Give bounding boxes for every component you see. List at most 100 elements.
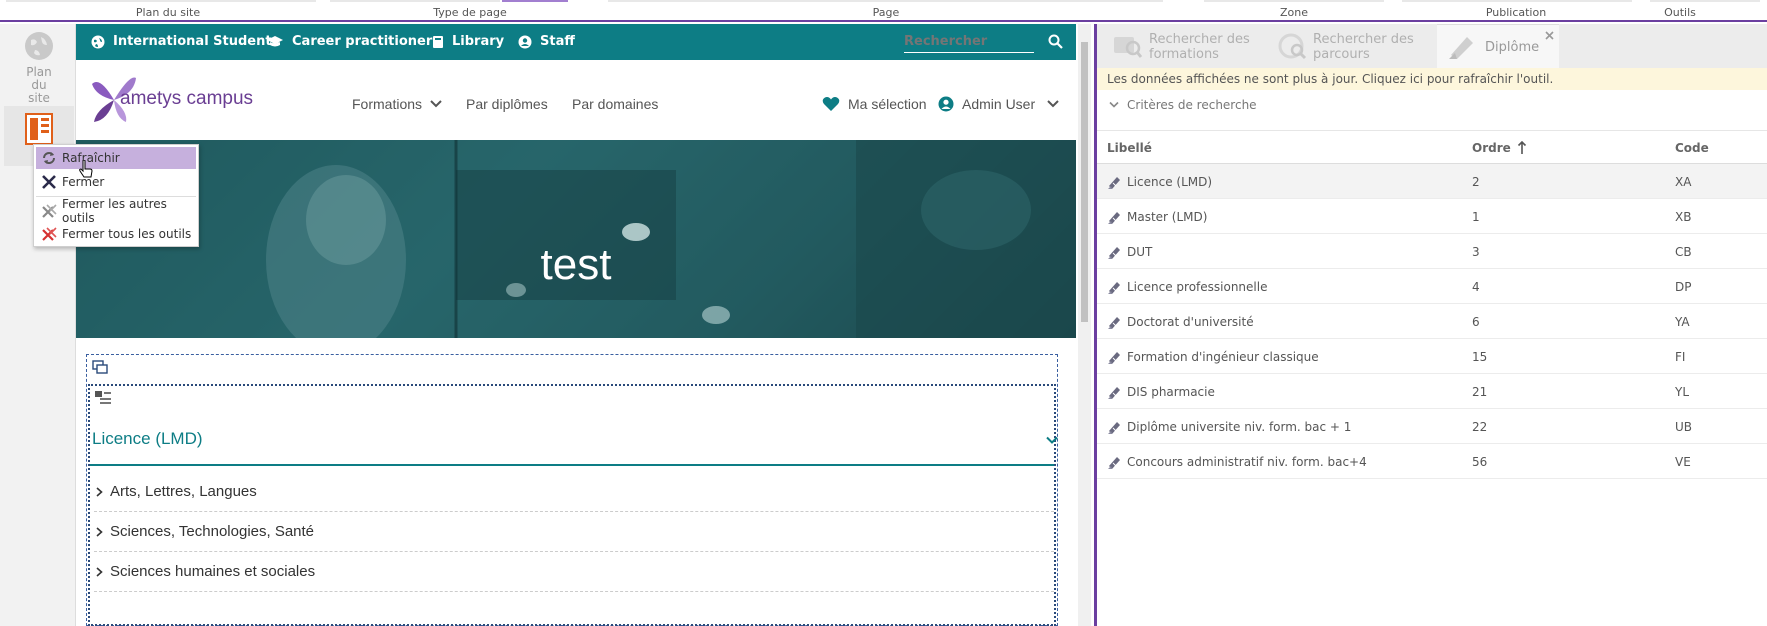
category-item[interactable]: Arts, Lettres, Langues (94, 472, 1054, 512)
ribbon-divider (1204, 0, 1384, 2)
column-header-label[interactable]: Libellé (1107, 141, 1152, 155)
chevron-right-icon (96, 567, 103, 577)
accordion-underline (90, 464, 1054, 466)
table-row[interactable]: DUT 3 CB (1097, 234, 1767, 269)
scrollbar-thumb[interactable] (1081, 42, 1088, 322)
table-row[interactable]: Master (LMD) 1 XB (1097, 199, 1767, 234)
table-row[interactable]: Licence professionnelle 4 DP (1097, 269, 1767, 304)
site-header: ametys campus Formations Par diplômes Pa… (76, 60, 1076, 140)
topbar-link-library[interactable]: Library (432, 34, 504, 49)
sitemap-tool-button[interactable]: Plan du site (4, 30, 74, 105)
cell-code: UB (1675, 420, 1693, 434)
search-criteria-toggle[interactable]: Critères de recherche (1109, 98, 1257, 112)
category-label: Sciences humaines et sociales (110, 563, 316, 580)
ribbon-group-sitemap: Plan du site (135, 6, 201, 19)
diploma-icon (1108, 422, 1120, 434)
menu-item-close[interactable]: Fermer (36, 171, 196, 193)
search-icon[interactable] (1048, 34, 1063, 49)
table-row[interactable]: Doctorat d'université 6 YA (1097, 304, 1767, 339)
nav-par-diplomes[interactable]: Par diplômes (466, 96, 548, 112)
nav-label: Formations (352, 96, 423, 112)
tool-tabs: Rechercher des formations Rechercher des… (1097, 24, 1767, 68)
accordion-title[interactable]: Licence (LMD) (92, 429, 203, 449)
refresh-notice[interactable]: Les données affichées ne sont plus à jou… (1097, 68, 1767, 90)
user-menu[interactable]: Admin User (938, 96, 1059, 112)
menu-item-close-all[interactable]: Fermer tous les outils (36, 223, 196, 245)
column-header-code[interactable]: Code (1675, 141, 1709, 155)
nav-formations[interactable]: Formations (352, 96, 442, 112)
diploma-icon (1108, 247, 1120, 259)
topbar-link-label: Library (452, 34, 505, 49)
cell-order: 3 (1472, 245, 1480, 259)
nav-par-domaines[interactable]: Par domaines (572, 96, 658, 112)
preview-scrollbar[interactable] (1078, 24, 1091, 626)
zone-copy-icon[interactable] (92, 360, 108, 374)
topbar-link-career[interactable]: Career practitioners (266, 34, 440, 49)
table-row[interactable]: DIS pharmacie 21 YL (1097, 374, 1767, 409)
ribbon-group-page: Page (872, 6, 900, 19)
chevron-down-icon[interactable] (1046, 436, 1058, 445)
cell-order: 15 (1472, 350, 1488, 364)
menu-item-close-others[interactable]: Fermer les autres outils (36, 197, 196, 225)
menu-item-label: Fermer tous les outils (62, 227, 192, 241)
ribbon-divider (1650, 0, 1760, 2)
close-others-icon (42, 204, 57, 218)
criteria-label: Critères de recherche (1127, 98, 1257, 112)
left-tool-strip: Plan du site (0, 24, 76, 626)
my-selection-link[interactable]: Ma sélection (822, 96, 927, 112)
ribbon-divider (608, 0, 1163, 2)
ribbon-divider (330, 0, 500, 2)
table-row[interactable]: Licence (LMD) 2 XA (1097, 164, 1767, 199)
tab-search-programs[interactable]: Rechercher des formations (1113, 24, 1273, 68)
globe-icon (25, 32, 53, 60)
category-label: Arts, Lettres, Langues (110, 483, 257, 500)
table-row[interactable]: Diplôme universite niv. form. bac + 1 22 U… (1097, 409, 1767, 444)
diploma-icon (1108, 177, 1120, 189)
tab-diplome[interactable]: Diplôme (1437, 24, 1559, 68)
book-icon (433, 35, 443, 48)
heart-icon (822, 97, 840, 111)
cell-order: 22 (1472, 420, 1488, 434)
category-item[interactable]: Sciences humaines et sociales (94, 552, 1054, 592)
diploma-icon (1108, 282, 1120, 294)
service-config-icon[interactable] (94, 390, 112, 406)
table-row[interactable]: Concours administratif niv. form. bac+4 5… (1097, 444, 1767, 479)
topbar-link-label: Staff (540, 34, 575, 49)
ribbon-divider (6, 0, 316, 2)
cell-label: DUT (1127, 245, 1153, 259)
diploma-icon (1108, 387, 1120, 399)
my-selection-label: Ma sélection (848, 96, 927, 112)
sitemap-tool-label: Plan du site (26, 65, 52, 105)
refresh-icon (43, 152, 55, 164)
category-item[interactable]: Sciences, Technologies, Santé (94, 512, 1054, 552)
diploma-icon (1108, 212, 1120, 224)
site-search-input[interactable] (904, 31, 1034, 53)
site-logo-text[interactable]: ametys campus (120, 88, 253, 110)
cell-order: 2 (1472, 175, 1480, 189)
ribbon-group-publication: Publication (1485, 6, 1547, 19)
tab-search-paths[interactable]: Rechercher des parcours (1277, 24, 1427, 68)
tool-panel: Rechercher des formations Rechercher des… (1094, 24, 1767, 626)
cell-code: YL (1675, 385, 1690, 399)
table-row[interactable]: Formation d'ingénieur classique 15 FI (1097, 339, 1767, 374)
topbar-link-international[interactable]: International Students (91, 34, 279, 49)
sort-ascending-icon (1517, 141, 1527, 154)
cell-code: VE (1675, 455, 1691, 469)
column-header-order[interactable]: Ordre (1472, 141, 1511, 155)
cell-order: 4 (1472, 280, 1480, 294)
ribbon-group-page-type: Type de page (433, 6, 507, 19)
diploma-icon (1108, 317, 1120, 329)
topbar-link-staff[interactable]: Staff (518, 34, 575, 49)
page-preview: International Students Career practition… (76, 24, 1076, 626)
menu-item-refresh[interactable]: Rafraîchir (36, 147, 196, 169)
cell-order: 1 (1472, 210, 1480, 224)
close-icon[interactable] (1545, 31, 1554, 40)
topbar-link-label: International Students (113, 34, 280, 49)
cell-label: Diplôme universite niv. form. bac + 1 (1127, 420, 1352, 434)
diploma-icon (1449, 37, 1473, 59)
tab-label: Rechercher des parcours (1313, 32, 1414, 62)
chevron-right-icon (96, 527, 103, 537)
cell-label: Formation d'ingénieur classique (1127, 350, 1319, 364)
ribbon-group-zone: Zone (1279, 6, 1308, 19)
topbar-link-label: Career practitioners (292, 34, 440, 49)
